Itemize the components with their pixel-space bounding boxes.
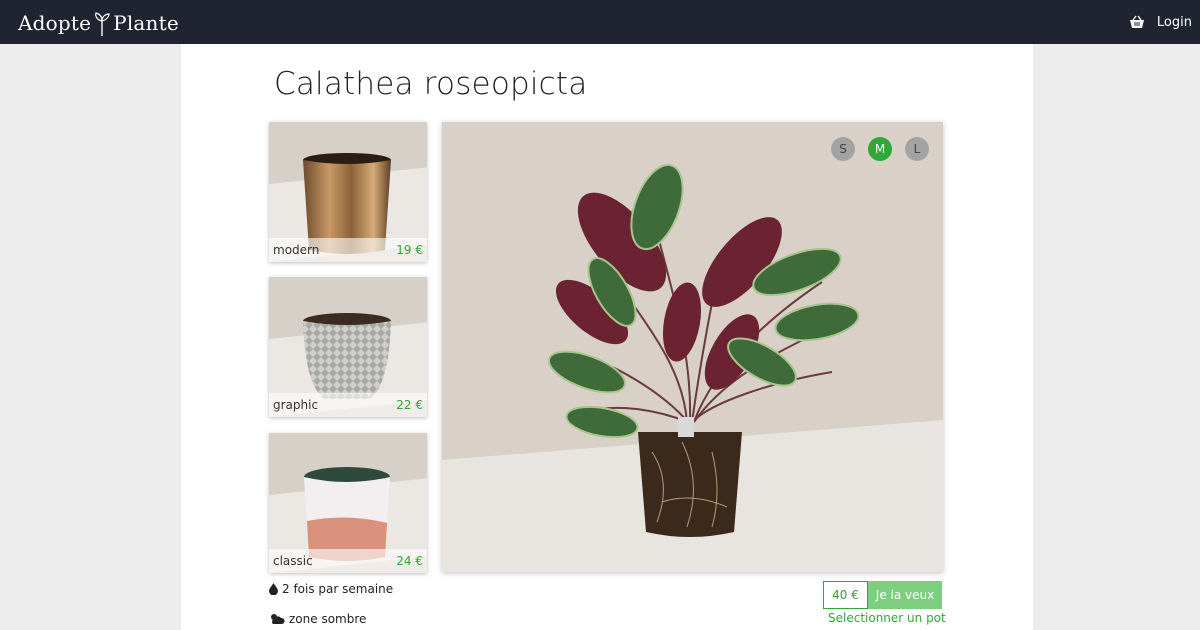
light-text: zone sombre (289, 612, 367, 626)
size-option-l[interactable]: L (905, 137, 929, 161)
pot-price: 19 € (396, 243, 423, 257)
select-pot-link[interactable]: Selectionner un pot (828, 611, 946, 625)
pot-card-classic[interactable]: classic 24 € (269, 433, 427, 573)
pot-price: 24 € (396, 554, 423, 568)
pot-card-graphic[interactable]: graphic 22 € (269, 277, 427, 417)
plant-image (442, 163, 943, 572)
pot-card-modern[interactable]: modern 19 € (269, 122, 427, 262)
care-light: zone sombre (269, 612, 366, 626)
add-to-cart-button[interactable]: Je la veux (868, 581, 942, 609)
product-photo: S M L (442, 122, 943, 572)
navbar: Adopte Plante Login (0, 0, 1200, 44)
product-price: 40 € (823, 581, 868, 609)
login-link[interactable]: Login (1157, 15, 1192, 30)
size-option-m[interactable]: M (868, 137, 892, 161)
product-title: Calathea roseopicta (274, 66, 588, 102)
watering-text: 2 fois par semaine (282, 582, 394, 596)
brand-name-part1: Adopte (18, 11, 92, 35)
basket-icon[interactable] (1129, 15, 1145, 29)
product-page: Calathea roseopicta modern 19 € graphic … (181, 44, 1033, 630)
brand-logo[interactable]: Adopte Plante (18, 10, 179, 36)
size-option-s[interactable]: S (831, 137, 855, 161)
pot-name: graphic (273, 398, 319, 412)
pot-name: classic (273, 554, 313, 568)
cloud-sun-icon (271, 614, 285, 624)
care-watering: 2 fois par semaine (269, 582, 393, 596)
brand-name-part2: Plante (113, 11, 179, 35)
leaf-icon (93, 12, 111, 36)
pot-price: 22 € (396, 398, 423, 412)
pot-name: modern (273, 243, 320, 257)
water-drop-icon (269, 583, 278, 595)
buy-group: 40 € Je la veux (823, 581, 942, 609)
